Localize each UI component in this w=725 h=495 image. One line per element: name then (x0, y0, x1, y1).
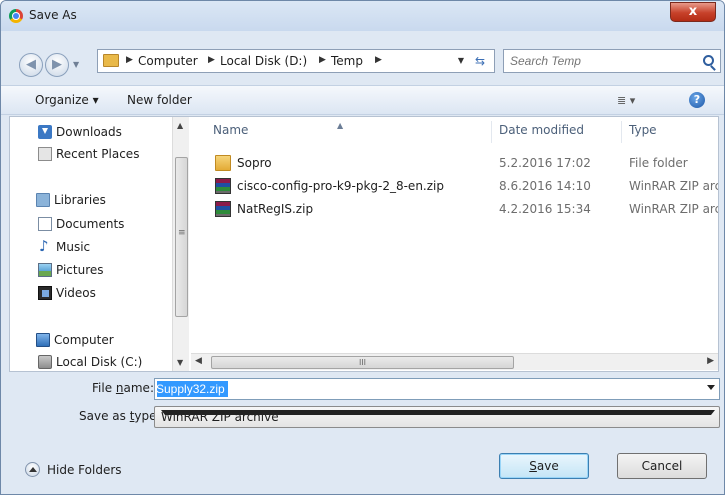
hide-folders-label: Hide Folders (47, 463, 122, 477)
file-type: File folder (629, 156, 688, 170)
navigation-pane: Downloads Recent Places Libraries Docume… (10, 117, 190, 371)
save-as-type-label: Save as type: (79, 409, 161, 423)
chevron-right-icon[interactable]: ▶ (126, 55, 133, 65)
navigation-scrollbar[interactable]: ▲ ▼ (172, 117, 189, 371)
close-button[interactable]: x (670, 2, 716, 22)
nav-item-label: Music (56, 240, 91, 254)
forward-button[interactable]: ▶ (45, 53, 69, 77)
file-name: NatRegIS.zip (237, 202, 314, 216)
nav-item-label: Computer (54, 333, 114, 347)
search-box[interactable] (503, 49, 721, 73)
column-header-date-modified[interactable]: Date modified (499, 123, 584, 143)
browser-area: Downloads Recent Places Libraries Docume… (9, 116, 719, 372)
file-row[interactable]: NatRegIS.zip 4.2.2016 15:34 WinRAR ZIP a… (191, 199, 718, 221)
nav-item-label: Documents (56, 217, 125, 231)
nav-item-label: Local Disk (C:) (56, 355, 143, 369)
file-row[interactable]: cisco-config-pro-k9-pkg-2_8-en.zip 8.6.2… (191, 176, 718, 198)
column-divider[interactable] (491, 121, 492, 143)
libraries-icon (36, 193, 50, 207)
breadcrumb-local-disk-d[interactable]: Local Disk (D:) (220, 54, 307, 68)
downloads-icon (38, 125, 52, 139)
file-date: 5.2.2016 17:02 (499, 156, 591, 170)
file-list: Name ▲ Date modified Type Sopro 5.2.2016… (191, 117, 718, 371)
chevron-down-icon[interactable] (707, 385, 715, 390)
file-name-input[interactable] (156, 380, 676, 398)
scroll-left-icon[interactable]: ◀ (195, 356, 202, 366)
address-dropdown-icon[interactable]: ▼ (458, 56, 464, 65)
recent-places-icon (38, 147, 52, 161)
pictures-icon (38, 263, 52, 277)
file-date: 4.2.2016 15:34 (499, 202, 591, 216)
scroll-down-icon[interactable]: ▼ (177, 358, 183, 367)
file-name: Sopro (237, 156, 272, 170)
folder-icon (103, 54, 119, 67)
file-row[interactable]: Sopro 5.2.2016 17:02 File folder (191, 153, 718, 175)
sort-ascending-icon: ▲ (337, 121, 344, 130)
window-title: Save As (29, 8, 77, 22)
file-date: 8.6.2016 14:10 (499, 179, 591, 193)
navigation-row: ◀ ▶ ▼ ▶ Computer ▶ Local Disk (D:) ▶ Tem… (1, 31, 724, 85)
music-icon (38, 237, 52, 255)
nav-item-label: Recent Places (56, 147, 140, 161)
horizontal-scrollbar[interactable]: ◀ III ▶ (191, 353, 718, 370)
scroll-right-icon[interactable]: ▶ (707, 356, 714, 366)
recent-locations-dropdown[interactable]: ▼ (73, 57, 85, 73)
file-name-combobox[interactable] (154, 378, 720, 400)
folder-icon (215, 155, 231, 171)
column-header-type[interactable]: Type (629, 123, 657, 143)
search-icon[interactable] (703, 55, 714, 66)
nav-item-label: Libraries (54, 193, 106, 207)
breadcrumb-computer[interactable]: Computer (138, 54, 198, 68)
column-divider[interactable] (621, 121, 622, 143)
scrollbar-thumb[interactable] (175, 157, 188, 317)
address-bar[interactable]: ▶ Computer ▶ Local Disk (D:) ▶ Temp ▶ ▼ … (97, 49, 495, 73)
chevron-right-icon[interactable]: ▶ (319, 55, 326, 65)
file-type: WinRAR ZIP archive (629, 202, 718, 216)
organize-button[interactable]: Organize ▾ (35, 93, 99, 107)
search-input[interactable] (510, 54, 690, 68)
documents-icon (38, 217, 52, 231)
toolbar: Organize ▾ New folder ≣ ▾ ? (1, 85, 724, 115)
chevron-right-icon[interactable]: ▶ (375, 55, 382, 65)
computer-icon (36, 333, 50, 347)
nav-item-label: Pictures (56, 263, 104, 277)
scrollbar-thumb[interactable]: III (211, 356, 514, 369)
chrome-icon (9, 9, 23, 23)
videos-icon (38, 286, 52, 300)
nav-item-label: Videos (56, 286, 96, 300)
file-type: WinRAR ZIP archive (629, 179, 718, 193)
refresh-icon[interactable]: ⇆ (470, 53, 490, 69)
local-disk-icon (38, 355, 52, 369)
save-button[interactable]: Save (499, 453, 589, 479)
file-name: cisco-config-pro-k9-pkg-2_8-en.zip (237, 179, 444, 193)
scroll-up-icon[interactable]: ▲ (177, 121, 183, 130)
column-header-label: Name (213, 123, 249, 137)
collapse-icon (25, 462, 40, 477)
zip-icon (215, 201, 231, 217)
back-button[interactable]: ◀ (19, 53, 43, 77)
save-as-type-select[interactable]: WinRAR ZIP archive (154, 406, 720, 428)
help-icon[interactable]: ? (689, 92, 705, 108)
nav-item-label: Downloads (56, 125, 122, 139)
new-folder-button[interactable]: New folder (127, 93, 192, 107)
zip-icon (215, 178, 231, 194)
column-header-name[interactable]: Name ▲ (213, 121, 473, 143)
title-bar: Save As x (1, 1, 724, 31)
breadcrumb-temp[interactable]: Temp (331, 54, 363, 68)
chevron-down-icon[interactable] (161, 410, 715, 415)
save-as-dialog: Save As x ◀ ▶ ▼ ▶ Computer ▶ Local Disk … (0, 0, 725, 495)
file-name-label: File name: (92, 381, 154, 395)
chevron-right-icon[interactable]: ▶ (208, 55, 215, 65)
cancel-button[interactable]: Cancel (617, 453, 707, 479)
view-options-icon[interactable]: ≣ ▾ (617, 94, 639, 108)
